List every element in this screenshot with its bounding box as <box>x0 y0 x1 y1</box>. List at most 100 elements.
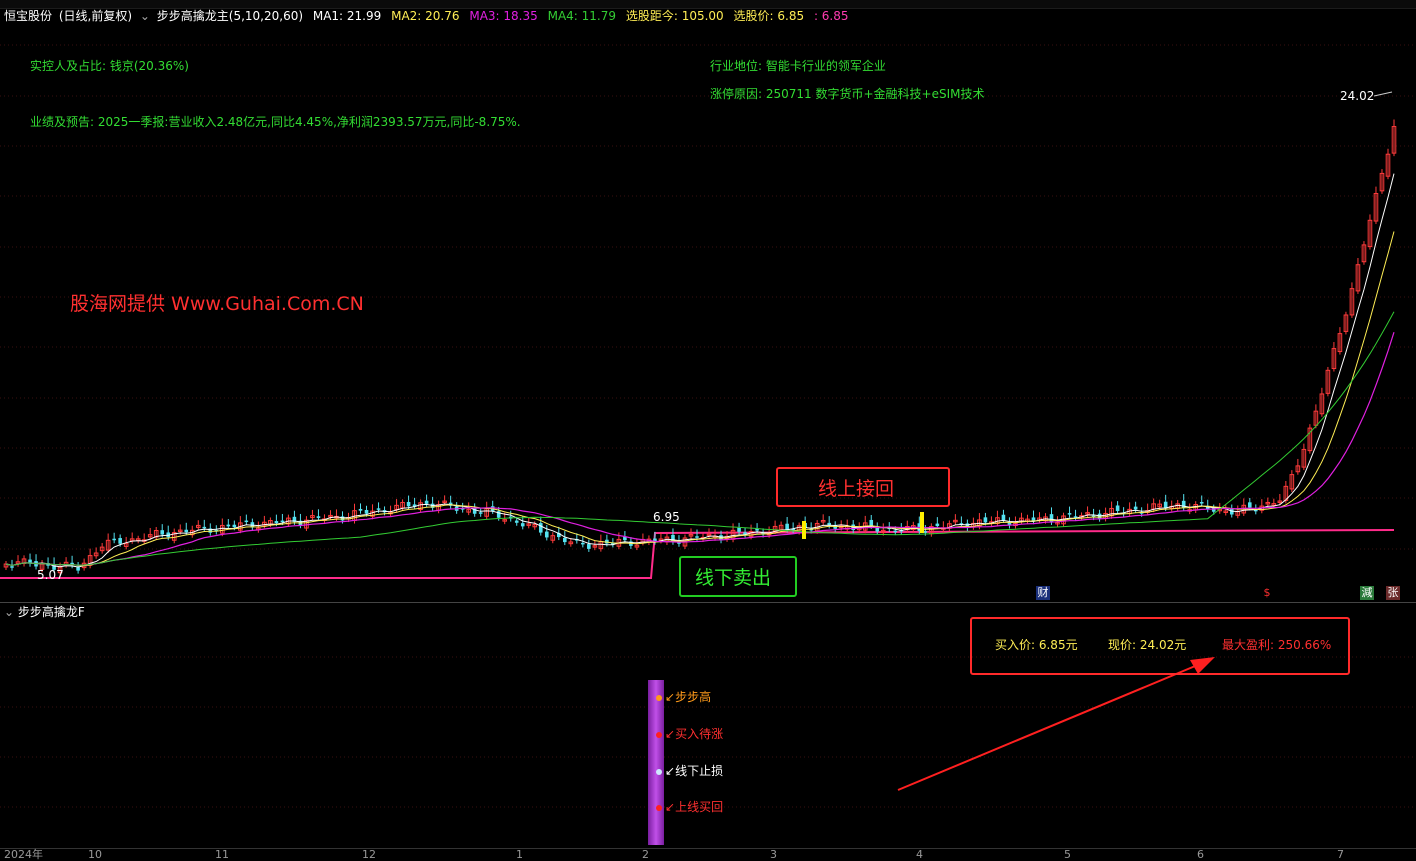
sub-indicator-name[interactable]: 步步高擒龙F <box>18 605 85 619</box>
candle-body <box>1133 506 1138 510</box>
signal-stop-loss: ↙线下止损 <box>656 764 723 778</box>
candle-body <box>544 531 549 538</box>
dollar-tag[interactable]: $ <box>1260 586 1274 600</box>
signal-buy-back-label: 上线买回 <box>675 800 724 814</box>
high-marker-line <box>1373 91 1393 97</box>
period-label: (日线,前复权) <box>58 9 133 23</box>
candle-body <box>587 544 591 549</box>
candle-body <box>358 508 363 511</box>
candle-body <box>280 520 285 523</box>
axis-m3: 3 <box>770 848 777 861</box>
candle-body <box>376 508 381 510</box>
indicator-name[interactable]: 步步高擒龙主 <box>157 9 229 23</box>
finance-tag[interactable]: 财 <box>1036 586 1050 600</box>
candle-body <box>923 531 928 533</box>
candle-body <box>737 527 741 532</box>
candle-body <box>244 520 249 523</box>
signal-buy-back: ↙上线买回 <box>656 800 723 814</box>
low-price-label: 5.07 <box>37 568 64 582</box>
candle-body <box>695 536 699 538</box>
candle-body <box>563 537 567 543</box>
candle-body <box>1247 502 1252 508</box>
candle-body <box>869 519 874 526</box>
axis-m4: 4 <box>916 848 923 861</box>
ma2-line <box>5 231 1395 567</box>
reduce-tag[interactable]: 減 <box>1360 586 1374 600</box>
candle-body <box>10 566 14 568</box>
signal-marker <box>802 521 806 539</box>
signal-stop-loss-label: 线下止损 <box>675 764 724 778</box>
candle-body <box>316 516 321 518</box>
candle-body <box>893 530 898 533</box>
ma1-value: MA1: 21.99 <box>312 9 382 23</box>
candle-body <box>1163 501 1168 509</box>
signal-bar <box>648 680 664 845</box>
axis-m1: 1 <box>516 848 523 861</box>
axis-m11: 11 <box>215 848 229 861</box>
candle-body <box>983 517 988 523</box>
signal-marker <box>920 512 924 533</box>
limit-up-info: 涨停原因: 250711 数字货币+金融科技+eSIM技术 <box>710 87 985 101</box>
candle-body <box>1181 500 1186 509</box>
mid-price-label: 6.95 <box>653 510 680 524</box>
axis-year: 2024年 <box>4 848 43 861</box>
earnings-info: 业绩及预告: 2025一季报:营业收入2.48亿元,同比4.45%,净利润239… <box>30 115 521 129</box>
axis-m6: 6 <box>1197 848 1204 861</box>
candle-body <box>364 509 369 514</box>
select-price: 选股价: 6.85 <box>733 9 805 23</box>
red-dot-icon <box>656 804 662 811</box>
axis-m12: 12 <box>362 848 376 861</box>
ma3-value: MA3: 18.35 <box>469 9 538 23</box>
stock-name[interactable]: 恒宝股份 <box>4 9 52 23</box>
red-dot-icon <box>656 731 662 738</box>
candle-body <box>202 526 207 529</box>
ma4-line <box>5 311 1395 566</box>
candle-body <box>520 523 525 527</box>
rise-tag[interactable]: 张 <box>1386 586 1400 600</box>
max-profit: 最大盈利: 250.66% <box>1222 638 1332 652</box>
annotation-above-text: 线上接回 <box>818 478 895 500</box>
axis-m5: 5 <box>1064 848 1071 861</box>
buy-price: 买入价: 6.85元 <box>995 638 1078 652</box>
axis-m2: 2 <box>642 848 649 861</box>
signal-step-high: ↙步步高 <box>656 690 711 704</box>
chart-header: 恒宝股份 (日线,前复权) ⌄ 步步高擒龙主(5,10,20,60) MA1: … <box>0 7 849 25</box>
now-price: 现价: 24.02元 <box>1108 638 1187 652</box>
signal-buy-wait-label: 买入待涨 <box>675 727 724 741</box>
indicator-params: (5,10,20,60) <box>228 9 304 23</box>
candle-body <box>935 523 940 527</box>
high-price-label: 24.02 <box>1340 89 1375 103</box>
candle-body <box>478 512 483 514</box>
candle-body <box>112 538 116 541</box>
candle-body <box>1067 513 1072 515</box>
signal-buy-wait: ↙买入待涨 <box>656 727 723 741</box>
select-distance: 选股距今: 105.00 <box>625 9 724 23</box>
candle-body <box>340 516 345 521</box>
candle-body <box>581 542 585 545</box>
candle-body <box>184 529 189 533</box>
time-axis: 2024年 10 11 12 1 2 3 4 5 6 7 <box>0 848 1416 861</box>
sub-collapse-icon[interactable]: ⌄ <box>4 605 14 619</box>
white-dot-icon <box>656 768 662 775</box>
signal-step-high-label: 步步高 <box>675 690 712 704</box>
ma2-value: MA2: 20.76 <box>391 9 460 23</box>
candle-body <box>232 524 237 528</box>
candle-body <box>1001 514 1006 520</box>
axis-m7: 7 <box>1337 848 1344 861</box>
annotation-below-text: 线下卖出 <box>695 567 772 589</box>
pane-divider[interactable] <box>0 602 1416 603</box>
candle-body <box>514 520 519 523</box>
candle-body <box>160 530 165 535</box>
orange-dot-icon <box>656 694 662 701</box>
candle-body <box>226 524 231 527</box>
candle-body <box>406 501 411 507</box>
axis-m10: 10 <box>88 848 102 861</box>
select-price-extra: : 6.85 <box>813 9 849 23</box>
ma4-value: MA4: 11.79 <box>547 9 617 23</box>
collapse-icon[interactable]: ⌄ <box>140 9 150 23</box>
candle-body <box>538 523 543 533</box>
annotation-arrow-line <box>897 663 1201 791</box>
controller-info: 实控人及占比: 钱京(20.36%) <box>30 59 189 73</box>
candle-body <box>785 523 789 530</box>
industry-info: 行业地位: 智能卡行业的领军企业 <box>710 59 886 73</box>
